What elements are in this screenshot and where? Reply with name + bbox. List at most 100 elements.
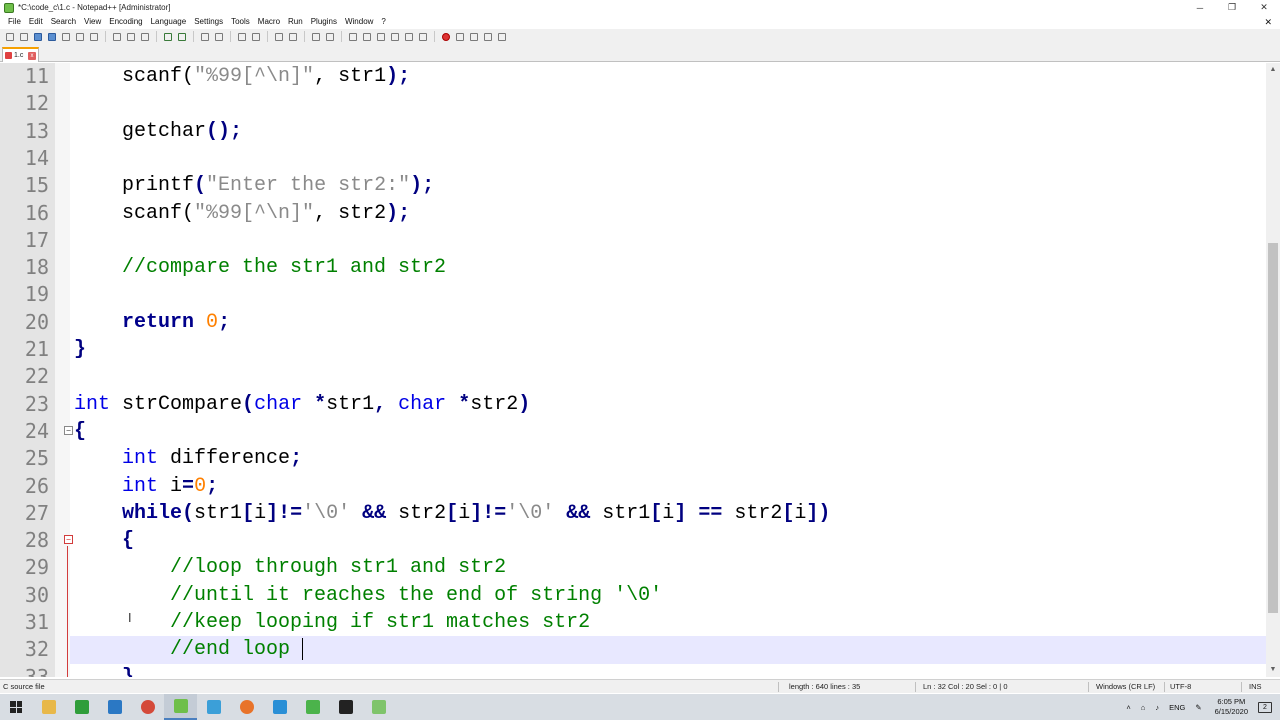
folder-workspace-icon[interactable] [403, 31, 415, 43]
code-line[interactable]: 26 int i=0; [25, 473, 1266, 500]
code-line[interactable]: 20 return 0; [25, 309, 1266, 336]
taskbar-gear-app-icon[interactable] [98, 694, 131, 720]
code-line[interactable]: 19 [25, 281, 1266, 308]
indent-guide-icon[interactable] [347, 31, 359, 43]
code-editor[interactable]: 11 scanf("%99[^\n]", str1); 12 13 getchar(… [0, 63, 1266, 677]
taskbar-notepadpp-icon[interactable] [164, 694, 197, 720]
maximize-button[interactable]: ❐ [1216, 0, 1248, 15]
pen-icon[interactable]: ✎ [1190, 703, 1206, 712]
menu-plugins[interactable]: Plugins [307, 15, 341, 29]
zoom-out-icon[interactable] [250, 31, 262, 43]
menu-macro[interactable]: Macro [254, 15, 284, 29]
code-line[interactable]: 17 [25, 227, 1266, 254]
code-line[interactable]: 27 while(str1[i]!='\0' && str2[i]!='\0' … [25, 500, 1266, 527]
user-language-icon[interactable] [361, 31, 373, 43]
scroll-down-icon[interactable]: ▼ [1266, 663, 1280, 677]
menu-edit[interactable]: Edit [25, 15, 47, 29]
code-line[interactable]: 31 //keep looping if str1 matches str2 [25, 609, 1266, 636]
menu-encoding[interactable]: Encoding [105, 15, 146, 29]
code-line[interactable]: 24 −{ [25, 418, 1266, 445]
code-line[interactable]: 16 scanf("%99[^\n]", str2); [25, 200, 1266, 227]
sync-vertical-icon[interactable] [273, 31, 285, 43]
code-line[interactable]: 11 scanf("%99[^\n]", str1); [25, 63, 1266, 90]
sync-horizontal-icon[interactable] [287, 31, 299, 43]
code-line[interactable]: 22 [25, 363, 1266, 390]
stop-macro-icon[interactable] [454, 31, 466, 43]
menu-tools[interactable]: Tools [227, 15, 254, 29]
paste-icon[interactable] [139, 31, 151, 43]
taskbar-app-icon-light[interactable] [362, 694, 395, 720]
code-line[interactable]: 30 //until it reaches the end of string … [25, 582, 1266, 609]
code-line[interactable]: 21} [25, 336, 1266, 363]
tab-close-icon[interactable]: x [28, 51, 36, 60]
menu-run[interactable]: Run [284, 15, 307, 29]
network-icon[interactable]: ⌂ [1136, 703, 1151, 712]
code-line[interactable]: 25 int difference; [25, 445, 1266, 472]
close-icon[interactable] [60, 31, 72, 43]
close-all-icon[interactable] [74, 31, 86, 43]
taskbar-explorer-icon[interactable] [32, 694, 65, 720]
run-macro-multiple-icon[interactable] [482, 31, 494, 43]
print-icon[interactable] [88, 31, 100, 43]
code-line[interactable]: 12 [25, 90, 1266, 117]
taskbar-chrome-icon[interactable] [131, 694, 164, 720]
taskbar-document-icon[interactable] [197, 694, 230, 720]
new-file-icon[interactable] [4, 31, 16, 43]
menu-view[interactable]: View [80, 15, 105, 29]
cut-icon[interactable] [111, 31, 123, 43]
save-icon[interactable] [32, 31, 44, 43]
record-macro-icon[interactable] [440, 31, 452, 43]
menu-window[interactable]: Window [341, 15, 377, 29]
redo-icon[interactable] [176, 31, 188, 43]
code-line[interactable]: 18 //compare the str1 and str2 [25, 254, 1266, 281]
code-line[interactable]: 32 //end loop [25, 636, 1266, 664]
tab-1c[interactable]: 1.c x [2, 47, 39, 62]
menu-settings[interactable]: Settings [190, 15, 227, 29]
scrollbar-thumb[interactable] [1268, 243, 1278, 613]
code-line[interactable]: 13 getchar(); [25, 118, 1266, 145]
fold-toggle-icon[interactable]: − [64, 425, 73, 435]
monitor-icon[interactable] [417, 31, 429, 43]
close-button[interactable]: ✕ [1248, 0, 1280, 15]
save-macro-icon[interactable] [496, 31, 508, 43]
close-document-icon[interactable]: ✕ [1264, 17, 1280, 28]
code-line[interactable]: 15 printf("Enter the str2:"); [25, 172, 1266, 199]
replace-icon[interactable] [213, 31, 225, 43]
undo-icon[interactable] [162, 31, 174, 43]
function-list-icon[interactable] [389, 31, 401, 43]
play-macro-icon[interactable] [468, 31, 480, 43]
menu-file[interactable]: File [4, 15, 25, 29]
find-icon[interactable] [199, 31, 211, 43]
minimize-button[interactable]: ─ [1184, 0, 1216, 15]
taskbar-dev-tool-icon[interactable] [263, 694, 296, 720]
menu-help[interactable]: ? [377, 15, 389, 29]
doc-map-icon[interactable] [375, 31, 387, 43]
show-all-chars-icon[interactable] [324, 31, 336, 43]
language-indicator[interactable]: ENG [1164, 703, 1190, 712]
menu-search[interactable]: Search [47, 15, 80, 29]
menu-language[interactable]: Language [147, 15, 191, 29]
save-all-icon[interactable] [46, 31, 58, 43]
code-line[interactable]: 29 //loop through str1 and str2 [25, 554, 1266, 581]
taskbar-cmd-icon[interactable] [329, 694, 362, 720]
zoom-in-icon[interactable] [236, 31, 248, 43]
code-line[interactable]: 33 } [25, 664, 1266, 677]
taskbar-app-icon-green[interactable] [296, 694, 329, 720]
clock[interactable]: 6:05 PM 6/15/2020 [1207, 697, 1256, 717]
word-wrap-icon[interactable] [310, 31, 322, 43]
notifications-icon[interactable]: 2 [1258, 701, 1272, 713]
code-line[interactable]: 23 int strCompare(char *str1, char *str2) [25, 391, 1266, 418]
start-button[interactable] [0, 694, 32, 720]
fold-toggle-icon[interactable]: − [64, 535, 73, 545]
code-line[interactable]: 14 [25, 145, 1266, 172]
scroll-up-icon[interactable]: ▲ [1266, 63, 1280, 77]
tray-chevron-icon[interactable]: ˄ [1121, 703, 1135, 712]
vertical-scrollbar[interactable]: ▲ ▼ [1266, 63, 1280, 677]
taskbar-firefox-icon[interactable] [230, 694, 263, 720]
volume-icon[interactable]: ♪ [1150, 703, 1164, 712]
copy-icon[interactable] [125, 31, 137, 43]
open-file-icon[interactable] [18, 31, 30, 43]
code-line[interactable]: 28 − { [25, 527, 1266, 554]
code-area[interactable]: 11 scanf("%99[^\n]", str1); 12 13 getchar(… [25, 63, 1266, 677]
taskbar-terminal-icon[interactable] [65, 694, 98, 720]
